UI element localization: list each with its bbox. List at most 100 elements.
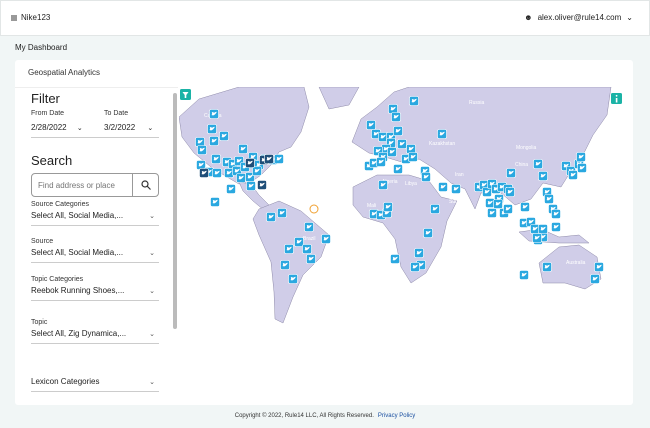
tweet-marker[interactable] xyxy=(302,244,312,254)
tweet-marker[interactable] xyxy=(274,154,284,164)
tweet-marker[interactable] xyxy=(487,208,497,218)
tweet-marker[interactable] xyxy=(388,104,398,114)
tweet-marker[interactable] xyxy=(378,180,388,190)
user-icon: ☻ xyxy=(524,13,533,22)
tweet-marker[interactable] xyxy=(391,112,401,122)
search-input[interactable] xyxy=(32,174,132,196)
tweet-marker[interactable] xyxy=(437,129,447,139)
tweet-marker[interactable] xyxy=(577,163,587,173)
tweet-marker[interactable] xyxy=(409,96,419,106)
sidebar-scrollbar[interactable] xyxy=(173,93,177,329)
tweet-marker[interactable] xyxy=(505,187,515,197)
brand[interactable]: Nike123 xyxy=(11,13,50,22)
select-dropdown[interactable]: Reebok Running Shoes,... ⌄ xyxy=(31,286,159,301)
tweet-marker[interactable] xyxy=(532,233,542,243)
tweet-marker[interactable] xyxy=(538,224,548,234)
tweet-marker[interactable] xyxy=(414,248,424,258)
tweet-marker[interactable] xyxy=(493,199,503,209)
tweet-marker[interactable] xyxy=(246,181,256,191)
tweet-marker[interactable] xyxy=(383,202,393,212)
world-map[interactable]: CanadaRussiaKazakhstanMongoliaChinaIranA… xyxy=(178,86,631,399)
select-label: Topic Categories xyxy=(31,276,84,283)
tweet-marker[interactable] xyxy=(245,158,255,168)
chevron-down-icon: ⌄ xyxy=(149,331,155,338)
tweet-marker[interactable] xyxy=(542,262,552,272)
search-icon xyxy=(140,180,151,190)
tweet-marker[interactable] xyxy=(451,184,461,194)
tweet-marker[interactable] xyxy=(485,198,495,208)
tweet-marker[interactable] xyxy=(397,139,407,149)
tweet-marker[interactable] xyxy=(530,224,540,234)
tweet-marker[interactable] xyxy=(224,168,234,178)
tweet-marker[interactable] xyxy=(506,168,516,178)
tweet-marker[interactable] xyxy=(210,197,220,207)
tweet-marker[interactable] xyxy=(376,157,386,167)
tweet-marker[interactable] xyxy=(366,120,376,130)
from-date-picker[interactable]: 2/28/2022 ⌄ xyxy=(31,123,83,132)
tweet-marker[interactable] xyxy=(408,152,418,162)
tweet-marker[interactable] xyxy=(590,274,600,284)
tweet-marker[interactable] xyxy=(277,208,287,218)
tweet-marker[interactable] xyxy=(421,172,431,182)
tweet-marker[interactable] xyxy=(280,260,290,270)
tweet-marker[interactable] xyxy=(306,254,316,264)
tweet-marker[interactable] xyxy=(284,244,294,254)
tweet-marker[interactable] xyxy=(266,212,276,222)
filter-map-button[interactable] xyxy=(180,89,191,100)
tweet-marker[interactable] xyxy=(410,262,420,272)
tweet-marker[interactable] xyxy=(211,154,221,164)
tweet-marker[interactable] xyxy=(195,137,205,147)
tweet-marker[interactable] xyxy=(236,173,246,183)
tweet-marker[interactable] xyxy=(430,204,440,214)
tweet-marker[interactable] xyxy=(594,262,604,272)
tweet-marker[interactable] xyxy=(482,187,492,197)
tweet-marker[interactable] xyxy=(197,145,207,155)
info-button[interactable] xyxy=(611,93,622,104)
privacy-policy-link[interactable]: Privacy Policy xyxy=(378,413,415,419)
tweet-marker[interactable] xyxy=(533,159,543,169)
tweet-marker[interactable] xyxy=(212,168,222,178)
tweet-marker[interactable] xyxy=(257,180,267,190)
tweet-marker[interactable] xyxy=(568,170,578,180)
select-dropdown[interactable]: Select All, Social Media,... ⌄ xyxy=(31,211,159,226)
tweet-marker[interactable] xyxy=(219,131,229,141)
select-dropdown[interactable]: Select All, Social Media,... ⌄ xyxy=(31,248,159,263)
tweet-marker[interactable] xyxy=(406,144,416,154)
to-date-picker[interactable]: 3/2/2022 ⌄ xyxy=(104,123,153,132)
tweet-marker[interactable] xyxy=(393,126,403,136)
tweet-marker[interactable] xyxy=(393,164,403,174)
tweet-marker[interactable] xyxy=(207,124,217,134)
tweet-marker[interactable] xyxy=(544,194,554,204)
tweet-marker[interactable] xyxy=(378,132,388,142)
tweet-marker[interactable] xyxy=(321,234,331,244)
tweet-marker[interactable] xyxy=(209,109,219,119)
menu-icon[interactable] xyxy=(11,14,17,21)
tweet-marker[interactable] xyxy=(551,209,561,219)
tweet-marker[interactable] xyxy=(294,237,304,247)
tweet-marker[interactable] xyxy=(551,222,561,232)
user-menu[interactable]: ☻ alex.oliver@rule14.com ⌄ xyxy=(524,13,633,22)
tweet-marker[interactable] xyxy=(520,202,530,212)
tweet-marker[interactable] xyxy=(209,136,219,146)
tweet-marker[interactable] xyxy=(390,254,400,264)
country-label: Libya xyxy=(405,181,417,187)
tweet-marker[interactable] xyxy=(238,144,248,154)
select-dropdown[interactable]: Lexicon Categories ⌄ xyxy=(31,377,159,392)
tweet-marker[interactable] xyxy=(288,274,298,284)
tweet-marker[interactable] xyxy=(519,270,529,280)
search-button[interactable] xyxy=(132,174,158,196)
tweet-marker[interactable] xyxy=(387,147,397,157)
tweet-marker[interactable] xyxy=(423,228,433,238)
tweet-marker[interactable] xyxy=(576,152,586,162)
tweet-marker[interactable] xyxy=(264,154,274,164)
tweet-marker[interactable] xyxy=(503,204,513,214)
tweet-marker[interactable] xyxy=(226,184,236,194)
tweet-marker[interactable] xyxy=(438,182,448,192)
select-dropdown[interactable]: Select All, Zig Dynamica,... ⌄ xyxy=(31,329,159,344)
tweet-marker[interactable] xyxy=(304,222,314,232)
tweet-marker[interactable] xyxy=(196,160,206,170)
tweet-marker[interactable] xyxy=(199,168,209,178)
map[interactable]: CanadaRussiaKazakhstanMongoliaChinaIranA… xyxy=(178,86,631,399)
tweet-marker[interactable] xyxy=(538,171,548,181)
tweet-marker[interactable] xyxy=(252,166,262,176)
